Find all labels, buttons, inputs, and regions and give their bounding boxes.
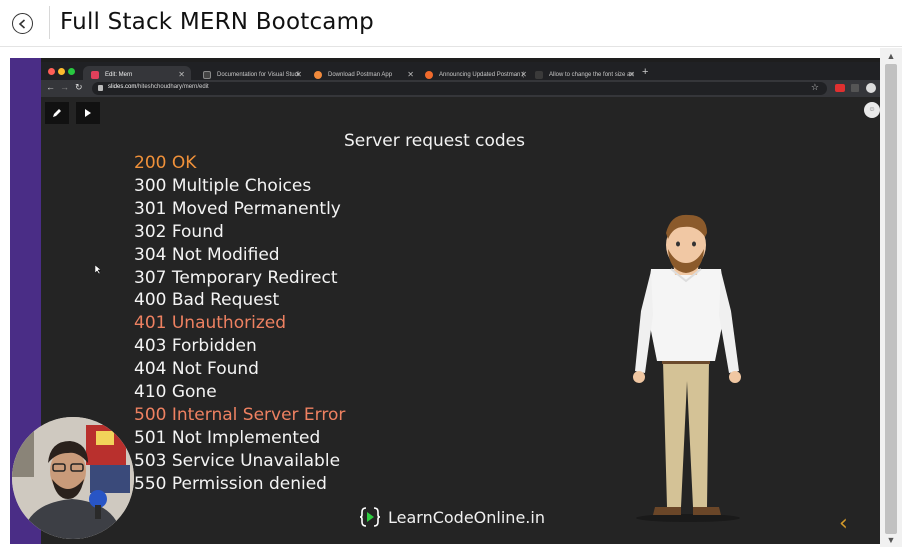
tab-label: Documentation for Visual Studi (217, 72, 300, 78)
mouse-cursor-icon (95, 265, 101, 274)
play-icon (85, 109, 91, 117)
minimize-window-icon[interactable] (58, 68, 65, 75)
status-code-item: 503 Service Unavailable (134, 450, 341, 471)
status-code-item: 500 Internal Server Error (134, 404, 346, 425)
presenter-webcam (12, 417, 134, 539)
status-code-item: 302 Found (134, 221, 224, 242)
page-title: Full Stack MERN Bootcamp (60, 9, 374, 35)
address-bar[interactable]: slides.com/hiteshchoudhary/mern/edit ☆ (92, 82, 827, 95)
close-icon[interactable]: ✕ (295, 70, 302, 79)
page-header: Full Stack MERN Bootcamp (0, 0, 902, 47)
tab-favicon-icon (91, 71, 99, 79)
tab-favicon-icon (203, 71, 211, 79)
status-code-item: 400 Bad Request (134, 290, 280, 311)
profile-avatar-icon[interactable] (866, 83, 876, 93)
close-icon[interactable]: ✕ (407, 70, 414, 79)
status-code-item: 404 Not Found (134, 359, 259, 380)
video-player[interactable]: Edit: Mern ✕ Documentation for Visual St… (10, 58, 880, 544)
tab-label: Allow to change the font size an (549, 72, 634, 78)
character-illustration (633, 214, 741, 522)
tab-favicon-icon (425, 71, 433, 79)
brand-logo: LearnCodeOnline.in (359, 506, 545, 528)
close-window-icon[interactable] (48, 68, 55, 75)
close-icon[interactable]: ✕ (628, 70, 635, 79)
status-code-item: 301 Moved Permanently (134, 198, 341, 219)
slide-nav-chevron-icon[interactable]: ‹ (839, 511, 848, 536)
url-text: slides.com/hiteshchoudhary/mern/edit (108, 84, 209, 90)
learncodeonline-logo-icon (359, 507, 381, 527)
edit-button[interactable] (45, 102, 69, 124)
status-code-item: 501 Not Implemented (134, 427, 321, 448)
status-code-item: 300 Multiple Choices (134, 175, 312, 196)
pencil-icon (53, 109, 61, 117)
back-arrow-icon (18, 18, 26, 29)
tab-label: Edit: Mern (105, 72, 133, 78)
status-code-item: 403 Forbidden (134, 336, 257, 357)
brand-name: LearnCodeOnline.in (388, 507, 545, 527)
status-code-item: 550 Permission denied (134, 473, 327, 494)
presenter-webcam-image (12, 417, 134, 539)
close-icon[interactable]: ✕ (178, 70, 185, 79)
back-button[interactable] (12, 13, 33, 34)
header-divider (49, 6, 50, 39)
scroll-down-icon[interactable]: ▼ (885, 535, 897, 545)
slide-title: Server request codes (343, 131, 526, 151)
tab-label: Download Postman App (328, 72, 393, 78)
tab-favicon-icon (314, 71, 322, 79)
browser-toolbar: ← → ↻ slides.com/hiteshchoudhary/mern/ed… (41, 80, 880, 97)
new-tab-icon[interactable]: + (642, 66, 648, 78)
presence-badge-icon[interactable]: ☺ (864, 102, 880, 118)
status-code-item: 307 Temporary Redirect (134, 267, 338, 288)
status-code-item: 410 Gone (134, 382, 217, 403)
status-code-item: 401 Unauthorized (134, 313, 286, 334)
back-icon[interactable]: ← (46, 82, 55, 92)
play-button[interactable] (76, 102, 100, 124)
scroll-up-icon[interactable]: ▲ (885, 51, 897, 61)
bookmark-star-icon[interactable]: ☆ (811, 82, 819, 93)
scroll-thumb[interactable] (885, 64, 897, 534)
tab-label: Announcing Updated Postman ( (439, 72, 525, 78)
status-code-list: 200 OK 300 Multiple Choices 301 Moved Pe… (134, 152, 345, 496)
forward-icon[interactable]: → (60, 82, 69, 92)
extension-icon[interactable] (835, 84, 845, 92)
status-code-item: 304 Not Modified (134, 244, 280, 265)
tab-favicon-icon (535, 71, 543, 79)
page-scrollbar[interactable]: ▲ ▼ (880, 48, 902, 547)
status-code-item: 200 OK (134, 153, 197, 173)
maximize-window-icon[interactable] (68, 68, 75, 75)
lock-icon (98, 85, 103, 91)
close-icon[interactable]: ✕ (520, 70, 527, 79)
presentation-slide: ☺ Server request codes 200 OK 300 Multip… (41, 97, 880, 544)
reload-icon[interactable]: ↻ (75, 82, 83, 93)
extension-icon[interactable] (851, 84, 859, 92)
